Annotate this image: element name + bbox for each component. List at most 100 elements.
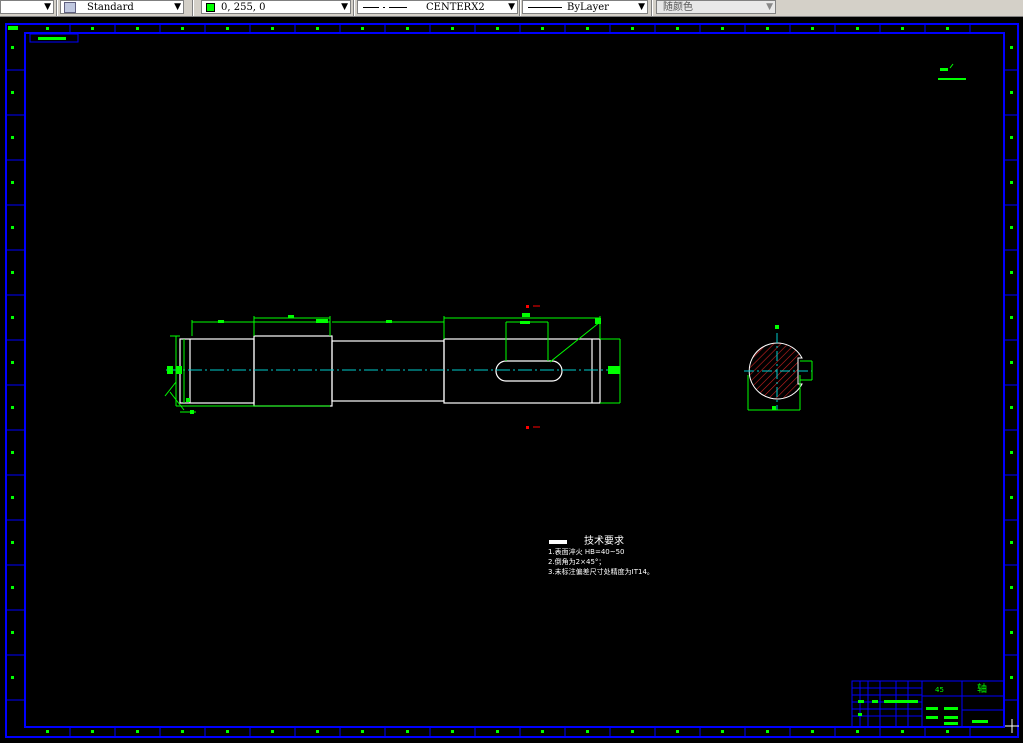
chevron-down-icon[interactable]: ▼ [638,1,645,14]
toolbar-separator [353,0,355,16]
drawing-canvas[interactable]: 技术要求 1.表面淬火 HB=40~50 2.倒角为2×45°； 3.未标注偏差… [0,17,1023,743]
toolbar-separator [56,0,58,16]
zone-marker [1010,226,1013,229]
linetype-dropdown[interactable]: CENTERX2 ▼ [357,0,518,14]
zone-marker [11,271,14,274]
zone-marker [1010,631,1013,634]
linetype-sample [363,7,379,8]
dimension-labels [167,313,620,414]
title-block-material: 45 [935,686,944,694]
zone-marker [181,27,184,30]
zone-marker [226,27,229,30]
zone-marker [316,730,319,733]
chevron-down-icon[interactable]: ▼ [44,1,51,14]
zone-marker [766,27,769,30]
lineweight-value: ByLayer [567,2,609,13]
text-style-dropdown[interactable]: Standard ▼ [60,0,184,14]
zone-marker [91,27,94,30]
zone-marker [1010,271,1013,274]
zone-marker [631,27,634,30]
tech-note-1: 1.表面淬火 HB=40~50 [548,547,625,556]
zone-marker [1010,136,1013,139]
zone-marker [1010,586,1013,589]
toolbar-separator [519,0,521,16]
zone-marker [181,730,184,733]
zone-marker [541,730,544,733]
corner-label [8,26,18,30]
zone-marker [226,730,229,733]
shaft-front-view [164,305,621,429]
chevron-down-icon[interactable]: ▼ [174,1,181,14]
color-value: 0, 255, 0 [221,2,266,13]
zone-marker [1010,451,1013,454]
zone-marker [136,730,139,733]
zone-marker [901,27,904,30]
inner-border [24,32,1005,728]
zone-marker [11,676,14,679]
zone-marker [586,27,589,30]
zone-marker [11,361,14,364]
zone-marker [406,730,409,733]
zone-marker [11,586,14,589]
zone-marker [676,27,679,30]
zone-marker [406,27,409,30]
zone-marker [496,730,499,733]
linetype-value: CENTERX2 [426,2,485,13]
title-block-fields [858,700,988,725]
color-dropdown[interactable]: 0, 255, 0 ▼ [201,0,351,14]
text-style-icon [64,2,76,13]
plot-style-dropdown[interactable]: 随颜色 ▼ [656,0,776,14]
chevron-down-icon[interactable]: ▼ [508,1,515,14]
lineweight-sample [528,7,562,8]
zone-marker [1010,181,1013,184]
zone-marker [1010,91,1013,94]
tech-marker [549,540,567,544]
zone-marker [136,27,139,30]
zone-marker [1010,361,1013,364]
dimension-lines [164,316,621,413]
zone-marker [11,631,14,634]
title-block: 45 轴 [851,680,1005,728]
zone-marker [946,27,949,30]
zone-marker [946,730,949,733]
layer-dropdown[interactable]: ▼ [0,0,54,14]
zone-marker [721,27,724,30]
zone-marker [451,27,454,30]
zone-marker [856,730,859,733]
zone-marker [721,730,724,733]
zone-marker [1010,541,1013,544]
zone-marker [811,730,814,733]
toolbar-separator [651,0,653,16]
zone-marker [1010,406,1013,409]
crosshair-cursor [1005,719,1019,733]
toolbar-separator [192,0,194,16]
zone-marker [541,27,544,30]
zone-marker [1010,46,1013,49]
shaft-outline [179,335,601,407]
text-style-value: Standard [87,2,134,13]
zone-marker [361,27,364,30]
zone-marker [1010,316,1013,319]
zone-marker [11,136,14,139]
tech-note-2: 2.倒角为2×45°； [548,557,605,566]
zone-marker [496,27,499,30]
zone-marker [901,730,904,733]
zone-marker [271,27,274,30]
color-swatch [206,3,215,12]
zone-marker [11,181,14,184]
zone-marker [811,27,814,30]
chevron-down-icon[interactable]: ▼ [766,1,773,14]
zone-marker [11,406,14,409]
zone-marker [361,730,364,733]
zone-marker [316,27,319,30]
zone-marker [11,226,14,229]
zone-marker [856,27,859,30]
zone-marker [1010,496,1013,499]
zone-marker [46,730,49,733]
tech-note-3: 3.未标注偏差尺寸处精度为IT14。 [548,567,654,576]
lineweight-dropdown[interactable]: ByLayer ▼ [522,0,648,14]
chevron-down-icon[interactable]: ▼ [341,1,348,14]
zone-marker [91,730,94,733]
tech-title: 技术要求 [584,534,624,547]
title-block-part-name: 轴 [977,682,987,695]
